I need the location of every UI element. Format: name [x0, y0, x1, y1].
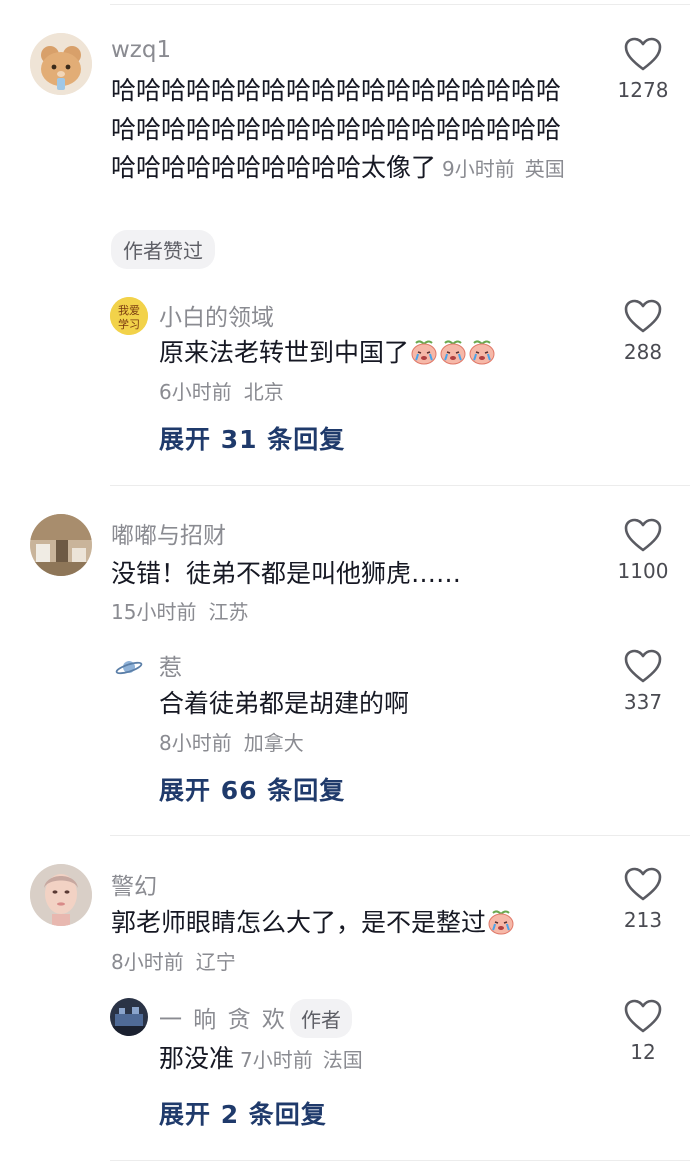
divider — [110, 485, 690, 486]
avatar-image: 我爱 学习 — [110, 297, 148, 335]
avatar-image — [110, 998, 148, 1036]
heart-icon — [623, 298, 663, 334]
crying-peach-emoji — [439, 339, 467, 365]
reply-body: 原来法老转世到中国了 — [159, 338, 410, 367]
reply-body: 那没准 — [159, 1044, 235, 1073]
comment-meta: 8小时前 辽宁 — [111, 946, 236, 975]
comment-username[interactable]: 嘟嘟与招财 — [111, 516, 226, 550]
heart-icon — [623, 517, 663, 553]
like-button[interactable]: 12 — [598, 998, 688, 1064]
reply-time: 6小时前 — [159, 380, 232, 404]
expand-replies-button[interactable]: 展开 31 条回复 — [159, 420, 345, 456]
reply-location: 法国 — [322, 1048, 363, 1072]
heart-icon — [623, 998, 663, 1034]
planet-icon — [115, 661, 143, 675]
reply-meta: 8小时前 加拿大 — [159, 727, 304, 756]
reply-avatar[interactable] — [110, 998, 148, 1036]
avatar-image — [30, 864, 92, 926]
like-count: 337 — [623, 690, 663, 714]
author-liked-badge: 作者赞过 — [111, 230, 215, 269]
reply-meta: 7小时前 法国 — [240, 1048, 363, 1072]
avatar-text-line2: 学习 — [118, 317, 140, 331]
crying-peach-emoji — [410, 339, 438, 365]
like-button[interactable]: 337 — [598, 648, 688, 714]
divider — [110, 4, 690, 5]
avatar[interactable] — [30, 864, 92, 926]
reply-time: 8小时前 — [159, 731, 232, 755]
comment-meta: 9小时前 英国 — [442, 157, 565, 181]
avatar-image — [30, 33, 92, 95]
comment-time: 15小时前 — [111, 600, 197, 624]
like-button[interactable]: 1100 — [598, 517, 688, 583]
reply-location: 北京 — [243, 380, 284, 404]
heart-icon — [623, 648, 663, 684]
reply-username[interactable]: 小白的领域 — [159, 298, 274, 332]
comment-location: 辽宁 — [195, 950, 236, 974]
heart-icon — [623, 36, 663, 72]
reply-text: 原来法老转世到中国了 — [159, 334, 496, 373]
comment-text: 郭老师眼睛怎么大了，是不是整过 — [111, 904, 515, 943]
heart-icon — [623, 866, 663, 902]
reply-text: 那没准 7小时前 法国 — [159, 1040, 363, 1080]
comment-location: 英国 — [524, 157, 565, 181]
like-count: 288 — [623, 340, 663, 364]
reply-avatar[interactable]: 我爱 学习 — [110, 297, 148, 335]
crying-peach-emoji — [468, 339, 496, 365]
comment-username[interactable]: 警幻 — [111, 867, 157, 901]
comment-username[interactable]: wzq1 — [111, 37, 171, 63]
comment-meta: 15小时前 江苏 — [111, 596, 248, 625]
comment-body: 郭老师眼睛怎么大了，是不是整过 — [111, 908, 487, 937]
comment-time: 8小时前 — [111, 950, 184, 974]
expand-replies-button[interactable]: 展开 2 条回复 — [159, 1095, 327, 1131]
divider — [110, 1160, 690, 1161]
reply-location: 加拿大 — [243, 731, 304, 755]
like-count: 12 — [630, 1040, 656, 1064]
crying-peach-emoji — [487, 909, 515, 935]
avatar[interactable] — [30, 514, 92, 576]
avatar-text-line1: 我爱 — [118, 304, 140, 317]
comment-text: 哈哈哈哈哈哈哈哈哈哈哈哈哈哈哈哈哈哈哈哈哈哈哈哈哈哈哈哈哈哈哈哈哈哈哈哈哈哈哈哈… — [111, 72, 571, 189]
expand-replies-button[interactable]: 展开 66 条回复 — [159, 771, 345, 807]
like-button[interactable]: 288 — [598, 298, 688, 364]
like-count: 213 — [623, 908, 663, 932]
author-tag: 作者 — [290, 999, 352, 1038]
comment-text: 没错！徒弟不都是叫他狮虎…… — [111, 559, 462, 588]
avatar[interactable] — [30, 33, 92, 95]
like-count: 1100 — [617, 559, 669, 583]
comment-location: 江苏 — [208, 600, 249, 624]
reply-username[interactable]: 惹 — [159, 648, 182, 682]
reply-text: 合着徒弟都是胡建的啊 — [159, 689, 410, 718]
reply-meta: 6小时前 北京 — [159, 376, 284, 405]
reply-username[interactable]: 一 晌 贪 欢 — [159, 1000, 287, 1034]
comment-time: 9小时前 — [442, 157, 515, 181]
like-button[interactable]: 1278 — [598, 36, 688, 102]
like-count: 1278 — [617, 78, 669, 102]
reply-avatar[interactable] — [110, 648, 148, 686]
avatar-image — [30, 514, 92, 576]
like-button[interactable]: 213 — [598, 866, 688, 932]
reply-time: 7小时前 — [240, 1048, 313, 1072]
divider — [110, 835, 690, 836]
